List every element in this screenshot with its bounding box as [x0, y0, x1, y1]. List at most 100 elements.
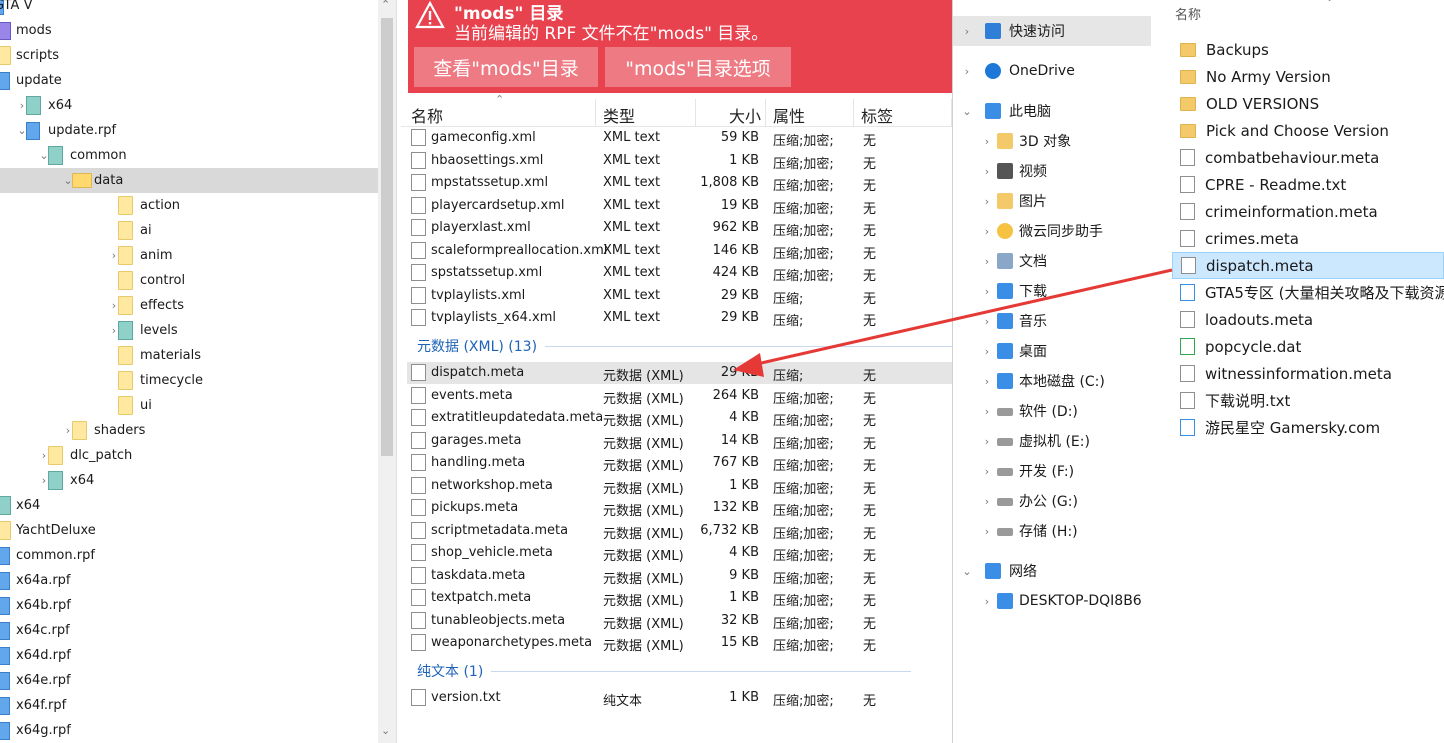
col-type[interactable]: 类型 — [603, 103, 635, 127]
file-row[interactable]: weaponarchetypes.meta 元数据 (XML) 15 KB 压缩;加密… — [407, 632, 952, 654]
tree-scrollbar[interactable]: ⌃ ⌄ — [378, 0, 396, 743]
scroll-up-icon[interactable]: ⌃ — [381, 0, 390, 11]
tree-item[interactable]: › x64 — [0, 93, 378, 118]
explorer-file-row[interactable]: 游民星空 Gamersky.com — [1172, 414, 1444, 441]
tree-item[interactable]: YachtDeluxe — [0, 518, 378, 543]
tree-scrollbar-thumb[interactable] — [381, 18, 393, 456]
nav-item[interactable]: › 虚拟机 (E:) — [953, 426, 1151, 456]
nav-item[interactable]: › 开发 (F:) — [953, 456, 1151, 486]
file-row[interactable]: garages.meta 元数据 (XML) 14 KB 压缩;加密; 无 — [407, 430, 952, 452]
right-col-name[interactable]: 名称 — [1175, 4, 1201, 23]
file-row[interactable]: pickups.meta 元数据 (XML) 132 KB 压缩;加密; 无 — [407, 497, 952, 519]
col-tags[interactable]: 标签 — [861, 103, 893, 127]
explorer-file-row[interactable]: 下载说明.txt — [1172, 387, 1444, 414]
chevron-right-icon[interactable]: › — [979, 405, 995, 418]
chevron-down-icon[interactable]: ⌄ — [959, 105, 975, 118]
chevron-right-icon[interactable]: › — [979, 495, 995, 508]
file-row[interactable]: tvplaylists_x64.xml XML text 29 KB 压缩; 无 — [407, 307, 952, 329]
file-row[interactable]: extratitleupdatedata.meta 元数据 (XML) 4 KB 压缩… — [407, 407, 952, 429]
explorer-file-row[interactable]: loadouts.meta — [1172, 306, 1444, 333]
file-row[interactable]: tvplaylists.xml XML text 29 KB 压缩; 无 — [407, 285, 952, 307]
nav-item[interactable]: › 视频 — [953, 156, 1151, 186]
scroll-down-icon[interactable]: ⌄ — [381, 724, 390, 737]
tree-item[interactable]: › effects — [0, 293, 378, 318]
tree-item[interactable]: x64f.rpf — [0, 693, 378, 718]
rpf-tree-pane[interactable]: GTA Vmodsscriptsupdate›x64⌄update.rpf⌄co… — [0, 0, 397, 743]
tree-item[interactable]: › levels — [0, 318, 378, 343]
explorer-file-row[interactable]: GTA5专区 (大量相关攻略及下载资源 — [1172, 279, 1444, 306]
explorer-file-row[interactable]: combatbehaviour.meta — [1172, 144, 1444, 171]
tree-item[interactable]: timecycle — [0, 368, 378, 393]
tree-item[interactable]: ⌄ data — [0, 168, 378, 193]
nav-item[interactable]: › 本地磁盘 (C:) — [953, 366, 1151, 396]
explorer-file-row[interactable]: crimeinformation.meta — [1172, 198, 1444, 225]
nav-item[interactable]: › 办公 (G:) — [953, 486, 1151, 516]
explorer-file-row[interactable]: Pick and Choose Version — [1172, 117, 1444, 144]
file-row[interactable]: scaleformpreallocation.xml XML text 146 KB… — [407, 240, 952, 262]
chevron-right-icon[interactable]: › — [959, 25, 975, 38]
chevron-right-icon[interactable]: › — [979, 285, 995, 298]
col-attributes[interactable]: 属性 — [773, 103, 805, 127]
tree-item[interactable]: mods — [0, 18, 378, 43]
file-row[interactable]: playercardsetup.xml XML text 19 KB 压缩;加密; 无 — [407, 195, 952, 217]
tree-item[interactable]: › shaders — [0, 418, 378, 443]
col-name[interactable]: 名称 — [411, 103, 443, 127]
chevron-right-icon[interactable]: › — [979, 195, 995, 208]
tree-item[interactable]: x64c.rpf — [0, 618, 378, 643]
explorer-file-row[interactable]: No Army Version — [1172, 63, 1444, 90]
chevron-right-icon[interactable]: › — [979, 435, 995, 448]
chevron-right-icon[interactable]: › — [979, 525, 995, 538]
explorer-file-row[interactable]: crimes.meta — [1172, 225, 1444, 252]
tree-item[interactable]: control — [0, 268, 378, 293]
explorer-file-row[interactable]: dispatch.meta — [1172, 252, 1444, 279]
tree-item[interactable]: ⌄ update.rpf — [0, 118, 378, 143]
explorer-file-row[interactable]: witnessinformation.meta — [1172, 360, 1444, 387]
file-row[interactable]: gameconfig.xml XML text 59 KB 压缩;加密; 无 — [407, 127, 952, 149]
nav-item[interactable]: › 3D 对象 — [953, 126, 1151, 156]
chevron-right-icon[interactable]: › — [979, 315, 995, 328]
nav-item[interactable]: › 软件 (D:) — [953, 396, 1151, 426]
chevron-right-icon[interactable]: › — [979, 255, 995, 268]
nav-item[interactable]: › OneDrive — [953, 56, 1151, 86]
file-row[interactable]: scriptmetadata.meta 元数据 (XML) 6,732 KB 压缩;加… — [407, 520, 952, 542]
nav-item[interactable]: › 下载 — [953, 276, 1151, 306]
nav-item[interactable]: › 微云同步助手 — [953, 216, 1151, 246]
tree-item[interactable]: x64b.rpf — [0, 593, 378, 618]
chevron-right-icon[interactable]: › — [959, 65, 975, 78]
file-row[interactable]: hbaosettings.xml XML text 1 KB 压缩;加密; 无 — [407, 150, 952, 172]
file-row[interactable]: taskdata.meta 元数据 (XML) 9 KB 压缩;加密; 无 — [407, 565, 952, 587]
chevron-right-icon[interactable]: › — [979, 595, 995, 608]
file-row[interactable]: tunableobjects.meta 元数据 (XML) 32 KB 压缩;加密; 无 — [407, 610, 952, 632]
tree-item[interactable]: update — [0, 68, 378, 93]
tree-item[interactable]: scripts — [0, 43, 378, 68]
tree-item[interactable]: x64g.rpf — [0, 718, 378, 743]
tree-item[interactable]: › dlc_patch — [0, 443, 378, 468]
tree-item[interactable]: x64a.rpf — [0, 568, 378, 593]
tree-item[interactable]: ⌄ common — [0, 143, 378, 168]
chevron-right-icon[interactable]: › — [979, 465, 995, 478]
tree-item[interactable]: common.rpf — [0, 543, 378, 568]
chevron-right-icon[interactable]: › — [979, 165, 995, 178]
file-row[interactable]: mpstatssetup.xml XML text 1,808 KB 压缩;加密; 无 — [407, 172, 952, 194]
file-row[interactable]: textpatch.meta 元数据 (XML) 1 KB 压缩;加密; 无 — [407, 587, 952, 609]
file-row[interactable]: playerxlast.xml XML text 962 KB 压缩;加密; 无 — [407, 217, 952, 239]
file-row[interactable]: events.meta 元数据 (XML) 264 KB 压缩;加密; 无 — [407, 385, 952, 407]
chevron-right-icon[interactable]: › — [979, 135, 995, 148]
group-header-meta[interactable]: 元数据 (XML) (13) — [417, 335, 952, 357]
tree-item[interactable]: ui — [0, 393, 378, 418]
file-row[interactable]: handling.meta 元数据 (XML) 767 KB 压缩;加密; 无 — [407, 452, 952, 474]
tree-item[interactable]: action — [0, 193, 378, 218]
nav-item[interactable]: › 图片 — [953, 186, 1151, 216]
tree-item[interactable]: › anim — [0, 243, 378, 268]
nav-item[interactable]: › 文档 — [953, 246, 1151, 276]
explorer-file-row[interactable]: CPRE - Readme.txt — [1172, 171, 1444, 198]
group-header-text[interactable]: 纯文本 (1) — [417, 660, 912, 682]
nav-item[interactable]: › 存储 (H:) — [953, 516, 1151, 546]
nav-item[interactable]: › 桌面 — [953, 336, 1151, 366]
explorer-file-row[interactable]: popcycle.dat — [1172, 333, 1444, 360]
file-row[interactable]: networkshop.meta 元数据 (XML) 1 KB 压缩;加密; 无 — [407, 475, 952, 497]
file-row[interactable]: dispatch.meta 元数据 (XML) 29 KB 压缩; 无 — [407, 362, 952, 384]
file-row[interactable]: version.txt 纯文本 1 KB 压缩;加密; 无 — [407, 687, 952, 709]
tree-item[interactable]: x64 — [0, 493, 378, 518]
tree-item[interactable]: materials — [0, 343, 378, 368]
